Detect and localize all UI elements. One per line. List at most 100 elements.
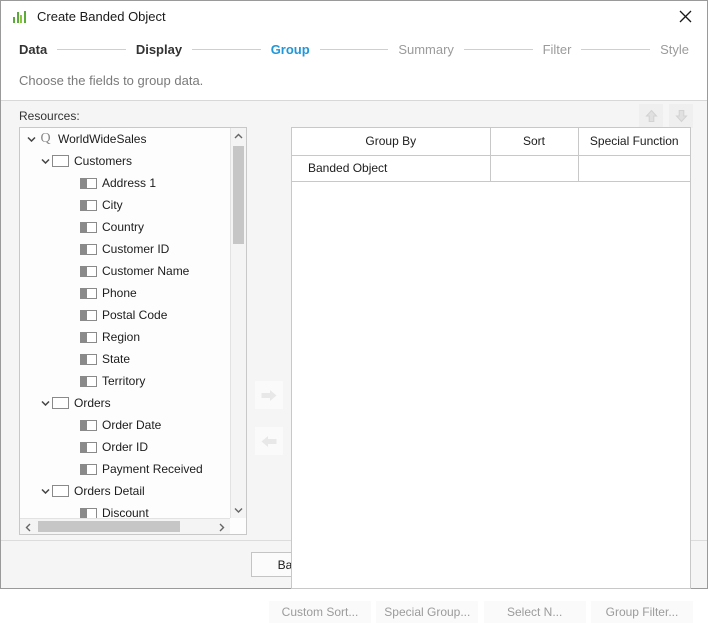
arrow-right-icon[interactable] — [255, 381, 283, 409]
bar-chart-icon — [12, 9, 28, 25]
tree-node-label: City — [102, 198, 123, 212]
chevron-down-icon[interactable] — [38, 392, 52, 414]
tree-node[interactable]: Order Date — [20, 414, 230, 436]
tree-node[interactable]: Orders Detail — [20, 480, 230, 502]
tree-node[interactable]: Region — [20, 326, 230, 348]
tree-node-label: Order ID — [102, 440, 149, 454]
tree-node-label: State — [102, 352, 131, 366]
tree-node[interactable]: State — [20, 348, 230, 370]
tree-node[interactable]: Territory — [20, 370, 230, 392]
tree-node-label: Territory — [102, 374, 146, 388]
tree-horizontal-scroll-thumb[interactable] — [38, 521, 180, 532]
tree-horizontal-scrollbar[interactable] — [20, 518, 230, 534]
scroll-right-icon[interactable] — [214, 519, 230, 534]
resources-tree[interactable]: Q WorldWideSales Customers Address 1 City Cou… — [20, 128, 230, 518]
tree-node-label: Address 1 — [102, 176, 157, 190]
tree-node[interactable]: Customer Name — [20, 260, 230, 282]
resources-label: Resources: — [19, 109, 80, 123]
tree-node-label: Order Date — [102, 418, 162, 432]
cell-sort[interactable] — [489, 155, 578, 182]
tree-node-label: Customer ID — [102, 242, 170, 256]
tree-node[interactable]: City — [20, 194, 230, 216]
select-n-button[interactable]: Select N... — [483, 601, 586, 623]
wizard-step-display[interactable]: Display — [136, 42, 182, 57]
column-header-special-function[interactable]: Special Function — [578, 128, 690, 156]
field-icon — [80, 287, 97, 299]
field-icon — [80, 375, 97, 387]
tree-node[interactable]: Order ID — [20, 436, 230, 458]
field-icon — [80, 199, 97, 211]
tree-node-label: Region — [102, 330, 141, 344]
wizard-step-summary[interactable]: Summary — [398, 42, 454, 57]
wizard-step-group[interactable]: Group — [271, 42, 310, 57]
table-row[interactable]: Banded Object — [292, 155, 690, 182]
chevron-down-icon[interactable] — [38, 480, 52, 502]
arrow-down-icon[interactable] — [669, 104, 693, 128]
tree-node[interactable]: Postal Code — [20, 304, 230, 326]
tree-node[interactable]: Customers — [20, 150, 230, 172]
close-icon[interactable] — [663, 1, 707, 32]
tree-node[interactable]: Customer ID — [20, 238, 230, 260]
transfer-buttons — [255, 381, 283, 455]
tree-node-label: Discount — [102, 506, 149, 518]
wizard-header: Data Display Group Summary Filter Style Choos… — [1, 32, 707, 101]
window-title: Create Banded Object — [37, 9, 166, 24]
column-header-sort[interactable]: Sort — [490, 128, 579, 156]
resources-tree-panel: Q WorldWideSales Customers Address 1 City Cou… — [19, 127, 247, 535]
tree-node-label: Phone — [102, 286, 137, 300]
wizard-step-style[interactable]: Style — [660, 42, 689, 57]
tree-node[interactable]: Discount — [20, 502, 230, 518]
custom-sort-button[interactable]: Custom Sort... — [269, 601, 371, 623]
group-action-buttons: Custom Sort... Special Group... Select N..… — [269, 601, 693, 623]
wizard-subtitle: Choose the fields to group data. — [19, 73, 204, 88]
field-icon — [80, 353, 97, 365]
scroll-left-icon[interactable] — [20, 519, 36, 534]
wizard-step-filter[interactable]: Filter — [543, 42, 572, 57]
special-group-button[interactable]: Special Group... — [376, 601, 479, 623]
grid-header-row: Group By Sort Special Function — [292, 128, 690, 156]
step-connector — [192, 48, 261, 50]
field-icon — [80, 265, 97, 277]
tree-node[interactable]: Orders — [20, 392, 230, 414]
step-connector — [463, 48, 533, 50]
field-icon — [80, 331, 97, 343]
tree-node[interactable]: Q WorldWideSales — [20, 128, 230, 150]
scroll-up-icon[interactable] — [231, 128, 246, 144]
group-filter-button[interactable]: Group Filter... — [590, 601, 693, 623]
chevron-down-icon[interactable] — [38, 150, 52, 172]
query-icon: Q — [40, 131, 51, 146]
field-icon — [80, 507, 97, 518]
group-by-grid[interactable]: Group By Sort Special Function Banded Ob… — [291, 127, 691, 589]
reorder-buttons — [639, 104, 693, 128]
field-icon — [80, 221, 97, 233]
arrow-up-icon[interactable] — [639, 104, 663, 128]
field-icon — [80, 243, 97, 255]
wizard-step-data[interactable]: Data — [19, 42, 47, 57]
arrow-left-icon[interactable] — [255, 427, 283, 455]
scroll-down-icon[interactable] — [231, 502, 246, 518]
tree-node[interactable]: Phone — [20, 282, 230, 304]
tree-node[interactable]: Address 1 — [20, 172, 230, 194]
field-icon — [80, 177, 97, 189]
field-icon — [80, 463, 97, 475]
cell-group-by[interactable]: Banded Object — [292, 155, 490, 182]
column-header-group-by[interactable]: Group By — [292, 128, 491, 156]
tree-node[interactable]: Payment Received — [20, 458, 230, 480]
wizard-steps: Data Display Group Summary Filter Style — [1, 32, 707, 64]
tree-node-label: Customers — [74, 154, 133, 168]
cell-special-function[interactable] — [577, 155, 690, 182]
tree-node[interactable]: Country — [20, 216, 230, 238]
tree-vertical-scrollbar[interactable] — [230, 128, 246, 518]
tree-vertical-scroll-thumb[interactable] — [233, 146, 244, 244]
chevron-down-icon[interactable] — [24, 128, 38, 150]
field-icon — [80, 419, 97, 431]
